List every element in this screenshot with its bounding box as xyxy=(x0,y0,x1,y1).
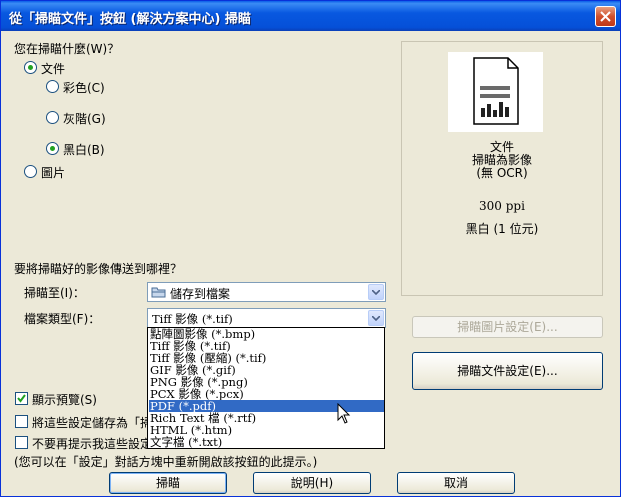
radio-document-label: 文件 xyxy=(41,62,66,76)
save-settings-checkbox[interactable] xyxy=(15,415,28,428)
dont-prompt-checkbox[interactable] xyxy=(15,436,28,449)
radio-color-label: 彩色(C) xyxy=(63,81,105,95)
file-type-option[interactable]: 文字檔 (*.txt) xyxy=(149,436,384,448)
folder-icon xyxy=(151,287,166,298)
scan-dialog: 從「掃瞄文件」按鈕 (解決方案中心) 掃瞄 您在掃瞄什麼(W)？ 文件 彩色(C… xyxy=(0,0,621,497)
cancel-button[interactable]: 取消 xyxy=(397,472,515,494)
scan-to-combo[interactable]: 儲存到檔案 xyxy=(147,282,386,302)
scan-to-label: 掃瞄至(I)： xyxy=(24,286,85,300)
radio-grayscale-label: 灰階(G) xyxy=(63,112,106,126)
save-settings-label: 將這些設定儲存為「掃 xyxy=(32,416,153,430)
show-preview-checkbox[interactable] xyxy=(15,392,28,405)
file-type-value: Tiff 影像 (*.tif) xyxy=(152,312,233,326)
file-type-combo[interactable]: Tiff 影像 (*.tif) xyxy=(147,308,386,328)
scan-to-value: 儲存到檔案 xyxy=(170,287,231,301)
radio-picture-label: 圖片 xyxy=(41,166,66,180)
close-icon xyxy=(600,11,611,22)
radio-document[interactable] xyxy=(24,61,37,74)
cursor-icon xyxy=(337,403,351,424)
preview-ocr: (無 OCR) xyxy=(476,166,528,180)
scan-button[interactable]: 掃瞄 xyxy=(109,472,227,494)
scan-to-dropdown-arrow[interactable] xyxy=(368,284,384,300)
title-bar: 從「掃瞄文件」按鈕 (解決方案中心) 掃瞄 xyxy=(1,1,620,31)
radio-black-white-label: 黑白(B) xyxy=(63,143,105,157)
file-type-dropdown-arrow[interactable] xyxy=(368,310,384,326)
prompt-note: (您可以在「設定」對話方塊中重新開啟該按鈕的此提示。) xyxy=(14,455,318,469)
radio-color[interactable] xyxy=(46,80,59,93)
doc-settings-button[interactable]: 掃瞄文件設定(E)... xyxy=(412,352,603,390)
chevron-down-icon xyxy=(372,290,380,295)
show-preview-label: 顯示預覽(S) xyxy=(32,393,97,407)
destination-label: 要將掃瞄好的影像傳送到哪裡？ xyxy=(14,262,183,276)
image-settings-button[interactable]: 掃瞄圖片設定(E)... xyxy=(412,316,603,338)
document-icon xyxy=(473,57,519,125)
file-type-dropdown-list: 點陣圖影像 (*.bmp) Tiff 影像 (*.tif) Tiff 影像 (壓… xyxy=(147,327,385,449)
file-type-label: 檔案類型(F)： xyxy=(24,312,101,326)
preview-color-mode: 黑白 (1 位元) xyxy=(465,222,539,236)
document-preview xyxy=(448,52,543,132)
checkmark-icon xyxy=(17,394,26,403)
radio-grayscale[interactable] xyxy=(46,111,59,124)
dont-prompt-label: 不要再提示我這些設定 xyxy=(32,437,153,451)
close-button[interactable] xyxy=(595,6,616,27)
window-title: 從「掃瞄文件」按鈕 (解決方案中心) 掃瞄 xyxy=(9,12,251,27)
radio-picture[interactable] xyxy=(24,165,37,178)
scan-what-label: 您在掃瞄什麼(W)？ xyxy=(14,42,120,56)
help-button[interactable]: 說明(H) xyxy=(253,472,371,494)
chevron-down-icon xyxy=(372,316,380,321)
preview-resolution: 300 ppi xyxy=(479,199,525,213)
radio-black-white[interactable] xyxy=(46,142,59,155)
